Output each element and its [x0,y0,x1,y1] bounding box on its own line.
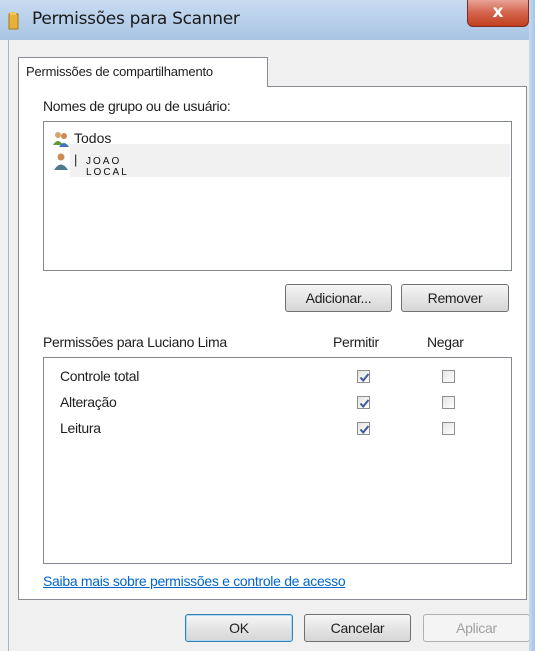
close-icon: x [492,2,504,22]
permissions-heading: Permissões para Luciano Lima [43,334,227,350]
permission-change: Alteração [60,394,117,410]
allow-column-header: Permitir [333,334,379,350]
close-button[interactable]: x [467,0,529,27]
tab-sharing-permissions[interactable]: Permissões de compartilhamento [18,57,268,87]
title-bar[interactable]: Permissões para Scanner x [0,0,535,40]
help-link[interactable]: Saiba mais sobre permissões e controle d… [43,573,346,589]
group-users-icon [53,132,69,147]
deny-column-header: Negar [427,334,464,350]
window-frame-right [529,0,535,651]
permission-read: Leitura [60,420,101,436]
deny-change-checkbox[interactable] [442,396,455,409]
permission-full-control: Controle total [60,368,140,384]
apply-button[interactable]: Aplicar [423,614,530,642]
remove-button[interactable]: Remover [401,284,509,312]
checkmark-icon [359,399,370,409]
window-title: Permissões para Scanner [32,9,240,29]
allow-read-checkbox[interactable] [357,422,370,435]
permissions-list: Controle total Alteração Leitura [43,357,512,564]
list-item-selection [70,144,510,177]
allow-change-checkbox[interactable] [357,396,370,409]
folder-icon [8,12,19,30]
add-button[interactable]: Adicionar... [285,284,392,312]
deny-full-control-checkbox[interactable] [442,370,455,383]
groups-heading: Nomes de grupo ou de usuário: [43,98,231,114]
cancel-button[interactable]: Cancelar [304,614,411,642]
deny-read-checkbox[interactable] [442,422,455,435]
user-icon [54,153,68,170]
allow-full-control-checkbox[interactable] [357,370,370,383]
text-cursor: | [74,152,78,167]
checkmark-icon [359,425,370,435]
permissions-dialog: Permissões para Scanner x Permissões de … [0,0,535,651]
ok-button[interactable]: OK [185,614,293,642]
list-item-label: JOAO LOCAL [86,156,129,178]
checkmark-icon [359,373,370,383]
group-user-list[interactable]: Todos | JOAO LOCAL [43,121,512,271]
